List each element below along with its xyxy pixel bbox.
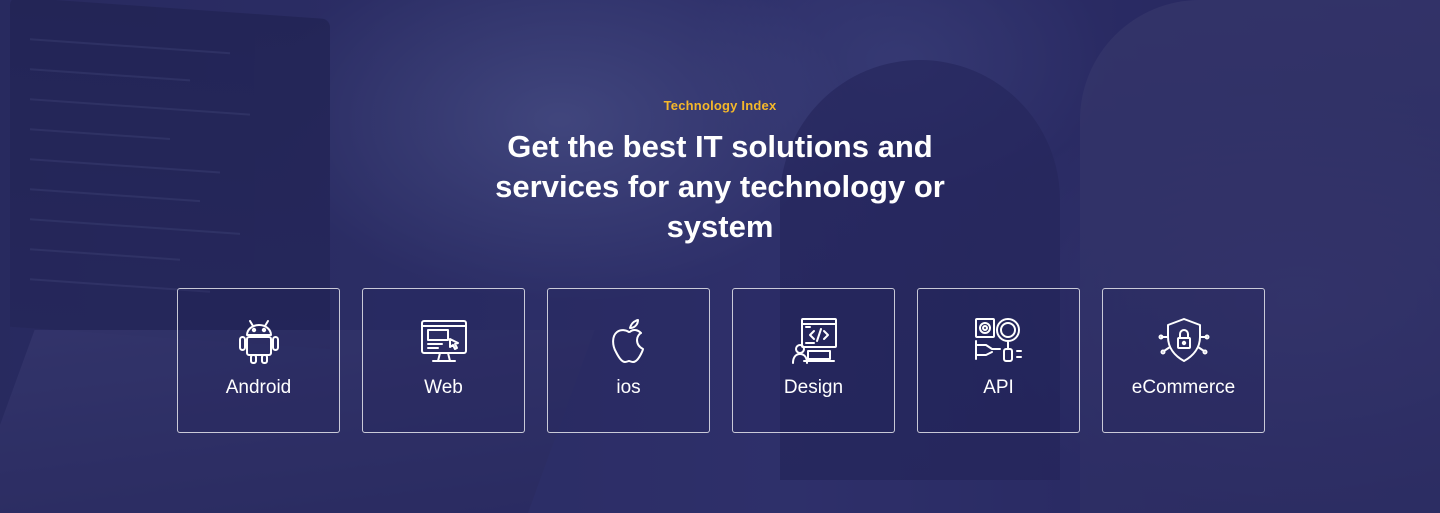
api-gears-icon <box>973 315 1025 367</box>
section-headline: Get the best IT solutions and services f… <box>495 129 945 244</box>
technology-cards: Android Web ios Design API eCommerce <box>177 288 1265 433</box>
tech-card-label: Web <box>424 377 463 398</box>
tech-card-ecommerce[interactable]: eCommerce <box>1102 288 1265 433</box>
tech-card-android[interactable]: Android <box>177 288 340 433</box>
tech-card-api[interactable]: API <box>917 288 1080 433</box>
tech-card-ios[interactable]: ios <box>547 288 710 433</box>
tech-card-label: eCommerce <box>1131 377 1236 398</box>
apple-icon <box>603 315 655 367</box>
android-icon <box>233 315 285 367</box>
section-eyebrow: Technology Index <box>663 98 777 113</box>
technology-index-section: Technology Index Get the best IT solutio… <box>0 0 1440 513</box>
design-code-icon <box>788 315 840 367</box>
tech-card-label: Design <box>783 377 844 398</box>
shield-lock-icon <box>1158 315 1210 367</box>
tech-card-web[interactable]: Web <box>362 288 525 433</box>
tech-card-label: Android <box>225 377 292 398</box>
tech-card-label: ios <box>616 377 641 398</box>
tech-card-label: API <box>983 377 1014 398</box>
tech-card-design[interactable]: Design <box>732 288 895 433</box>
web-monitor-icon <box>418 315 470 367</box>
